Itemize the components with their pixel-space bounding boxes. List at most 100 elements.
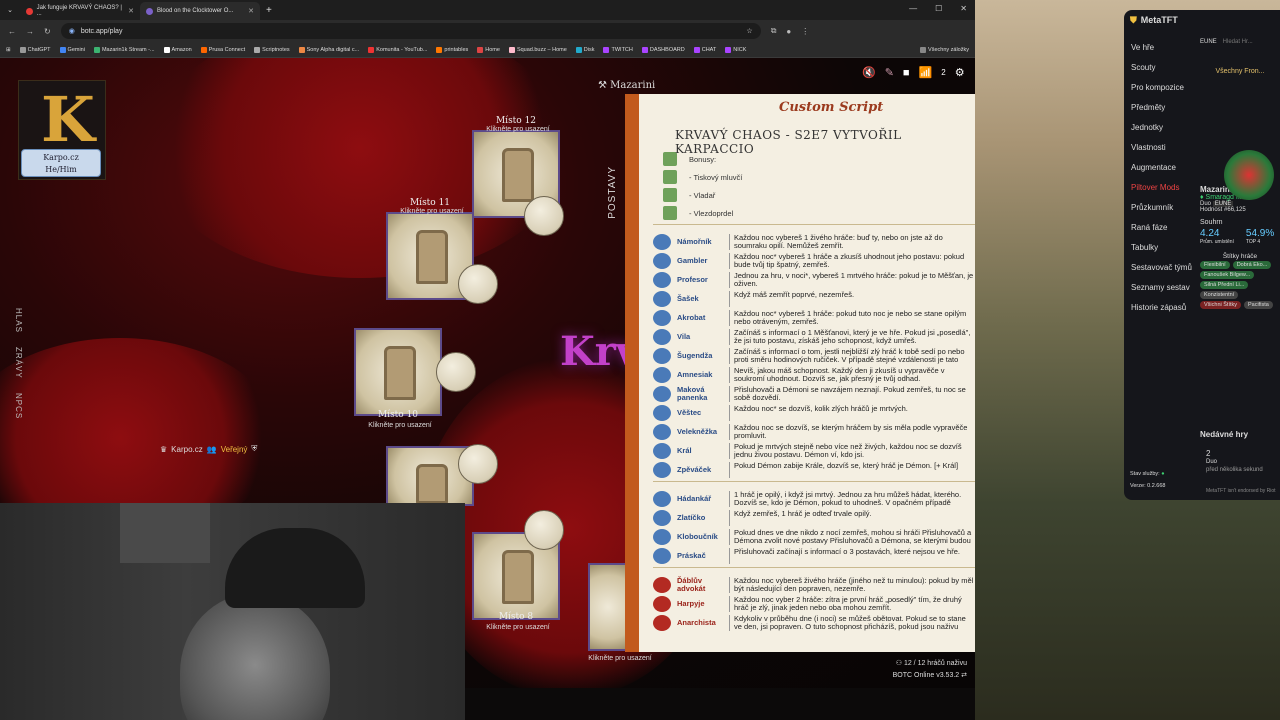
metatft-nav-item[interactable]: Průzkumník [1131, 198, 1192, 218]
reminder-token[interactable] [524, 196, 564, 236]
tab-youtube[interactable]: Jak funguje KRVAVÝ CHAOS? | ... ✕ [20, 2, 140, 20]
role-row[interactable]: Velekněžka Každou noc se dozvíš, se který… [639, 422, 975, 441]
bookmark-item[interactable]: Amazon [163, 46, 192, 53]
role-row[interactable]: Zlatíčko Když zemřeš, 1 hráč je odteď trv… [639, 508, 975, 527]
player-tag[interactable]: Silná Přední Li... [1200, 281, 1249, 289]
role-row[interactable]: Akrobat Každou noc* vybereš 1 hráče: poku… [639, 308, 975, 327]
metatft-nav-item[interactable]: Historie zápasů [1131, 298, 1192, 318]
reminder-token[interactable] [524, 510, 564, 550]
translate-icon[interactable]: ⇄ [961, 672, 967, 679]
bookmark-item[interactable]: Squad.buzz – Home [508, 46, 567, 53]
camera-icon[interactable]: ■ [903, 67, 910, 79]
bookmark-item[interactable]: Prusa Connect [200, 46, 245, 53]
mic-off-icon[interactable]: ✎ [885, 66, 894, 79]
player-tag[interactable]: Pacifista [1244, 301, 1273, 309]
tab-botc[interactable]: Blood on the Clocktower O... ✕ [140, 2, 260, 20]
role-row[interactable]: Král Pokud je mrtvých stejně nebo více ne… [639, 441, 975, 460]
menu-icon[interactable]: ⋮ [801, 27, 809, 36]
reminder-token[interactable] [458, 264, 498, 304]
reminder-token[interactable] [458, 444, 498, 484]
bookmark-item[interactable]: Mazarin1k Stream -... [93, 46, 155, 53]
role-row[interactable]: Zpěváček Pokud Démon zabije Krále, dozvíš… [639, 460, 975, 479]
mute-icon[interactable]: 🔇 [862, 66, 876, 79]
role-row[interactable]: Gambler Každou noc* vybereš 1 hráče a zku… [639, 251, 975, 270]
metatft-nav-item[interactable]: Piltover Mods [1131, 178, 1192, 198]
role-row[interactable]: Harpyje Každou noc vyber 2 hráče: zítra j… [639, 594, 975, 613]
seat-10[interactable]: Místo 10 Klikněte pro usazení [354, 328, 476, 429]
role-row[interactable]: Kloboučník Pokud dnes ve dne nikdo z nocí… [639, 527, 975, 546]
forward-icon[interactable]: → [26, 27, 34, 36]
role-row[interactable]: Šugendža Začínáš s informací o tom, jestl… [639, 346, 975, 365]
region-select[interactable]: EUNE [1200, 39, 1217, 45]
close-tab-icon[interactable]: ✕ [248, 7, 254, 15]
player-tag[interactable]: Fanoušek Bilgew... [1200, 271, 1255, 279]
profile-avatar[interactable]: ● [786, 27, 791, 36]
bookmark-star-icon[interactable]: ☆ [746, 27, 752, 35]
player-avatar[interactable]: K Karpo.cz He/Him [18, 80, 106, 180]
seat-9[interactable] [386, 444, 498, 506]
role-row[interactable]: Maková panenka Přisluhovači a Démoni se n… [639, 384, 975, 403]
role-row[interactable]: Anarchista Kdykoliv v průběhu dne (i noci… [639, 613, 975, 632]
address-bar[interactable]: ◉ botc.app/play ☆ [60, 23, 761, 39]
role-row[interactable]: Hádankář 1 hráč je opilý, i když jsi mrtv… [639, 489, 975, 508]
script-sheet[interactable]: Custom Script KRVAVÝ CHAOS - S2E7 VYTVOŘ… [625, 94, 975, 652]
role-row[interactable]: Vila Začínáš s informací o 1 Měšťanovi, k… [639, 327, 975, 346]
role-row[interactable]: Amnesiak Nevíš, jakou máš schopnost. Každ… [639, 365, 975, 384]
bookmark-item[interactable]: DASHBOARD [641, 46, 685, 53]
role-row[interactable]: Ďáblův advokát Každou noc vybereš živého … [639, 575, 975, 594]
metatft-nav-item[interactable]: Ve hře [1131, 38, 1192, 58]
metatft-nav-item[interactable]: Seznamy sestav [1131, 278, 1192, 298]
role-row[interactable]: Námořník Každou noc vybereš 1 živého hráč… [639, 232, 975, 251]
metatft-nav-item[interactable]: Jednotky [1131, 118, 1192, 138]
all-bookmarks[interactable]: Všechny záložky [920, 46, 969, 53]
seat-11[interactable]: Místo 11 Klikněte pro usazení [386, 198, 498, 304]
settings-gear-icon[interactable]: ⚙ [955, 66, 965, 79]
bookmark-item[interactable]: TWITCH [603, 46, 633, 53]
role-row[interactable]: Práskač Přisluhovači začínají s informací… [639, 546, 975, 565]
side-tab-voice[interactable]: HLAS [14, 308, 23, 333]
role-row[interactable]: Věštec Každou noc* se dozvíš, kolik zlých… [639, 403, 975, 422]
seat-7[interactable]: Klikněte pro usazení [588, 563, 652, 662]
role-row[interactable]: Šašek Když máš zemřít poprvé, nezemřeš. [639, 289, 975, 308]
metatft-nav-item[interactable]: Předměty [1131, 98, 1192, 118]
bookmark-item[interactable]: ChatGPT [19, 46, 51, 53]
metatft-nav-item[interactable]: Augmentace [1131, 158, 1192, 178]
bookmark-item[interactable]: Home [477, 46, 500, 53]
bookmark-item[interactable]: NICK [725, 46, 746, 53]
metatft-nav-item[interactable]: Scouty [1131, 58, 1192, 78]
bookmark-item[interactable]: CHAT [693, 46, 716, 53]
visibility-status[interactable]: Veřejný [221, 445, 248, 454]
minimize-icon[interactable]: — [909, 4, 917, 13]
side-tab-npcs[interactable]: NPCS [14, 393, 23, 419]
metatft-nav-item[interactable]: Vlastnosti [1131, 138, 1192, 158]
search-input[interactable]: Hledat Hr... [1223, 39, 1253, 45]
bookmark-item[interactable]: Komunita - YouTub... [368, 46, 427, 53]
tab-search-icon[interactable]: ⌄ [0, 6, 20, 14]
player-tag[interactable]: Konzistentní [1200, 291, 1239, 299]
extensions-icon[interactable]: ⧉ [771, 26, 777, 36]
site-info-icon[interactable]: ◉ [69, 27, 75, 35]
bookmark-item[interactable]: printables [436, 46, 468, 53]
player-tag[interactable]: Všichni Štítky [1200, 301, 1242, 309]
close-tab-icon[interactable]: ✕ [128, 7, 134, 15]
tab-all-fronts[interactable]: Všechny Fron... [1200, 68, 1280, 75]
maximize-icon[interactable]: ☐ [935, 4, 942, 13]
metatft-nav-item[interactable]: Sestavovač týmů [1131, 258, 1192, 278]
reminder-token[interactable] [436, 352, 476, 392]
player-tag[interactable]: Dobrá Eko... [1232, 261, 1272, 269]
role-row[interactable]: Profesor Jednou za hru, v noci*, vybereš … [639, 270, 975, 289]
side-tab-messages[interactable]: ZRÁVY [14, 347, 23, 379]
player-tag[interactable]: Flexibilní [1200, 261, 1230, 269]
metatft-nav-item[interactable]: Pro kompozice [1131, 78, 1192, 98]
seat-8[interactable]: Místo 8 Klikněte pro usazení [472, 510, 564, 631]
metatft-nav-item[interactable]: Tabulky [1131, 238, 1192, 258]
reload-icon[interactable]: ↻ [44, 27, 51, 36]
apps-icon[interactable]: ⊞ [6, 47, 11, 53]
metatft-nav-item[interactable]: Raná fáze [1131, 218, 1192, 238]
new-tab-button[interactable]: + [266, 5, 272, 16]
back-icon[interactable]: ← [8, 27, 16, 36]
bookmark-item[interactable]: Sony Alpha digital c... [298, 46, 359, 53]
bookmark-item[interactable]: Gemini [59, 46, 85, 53]
close-window-icon[interactable]: ✕ [960, 4, 967, 13]
bookmark-item[interactable]: Disk [575, 46, 594, 53]
